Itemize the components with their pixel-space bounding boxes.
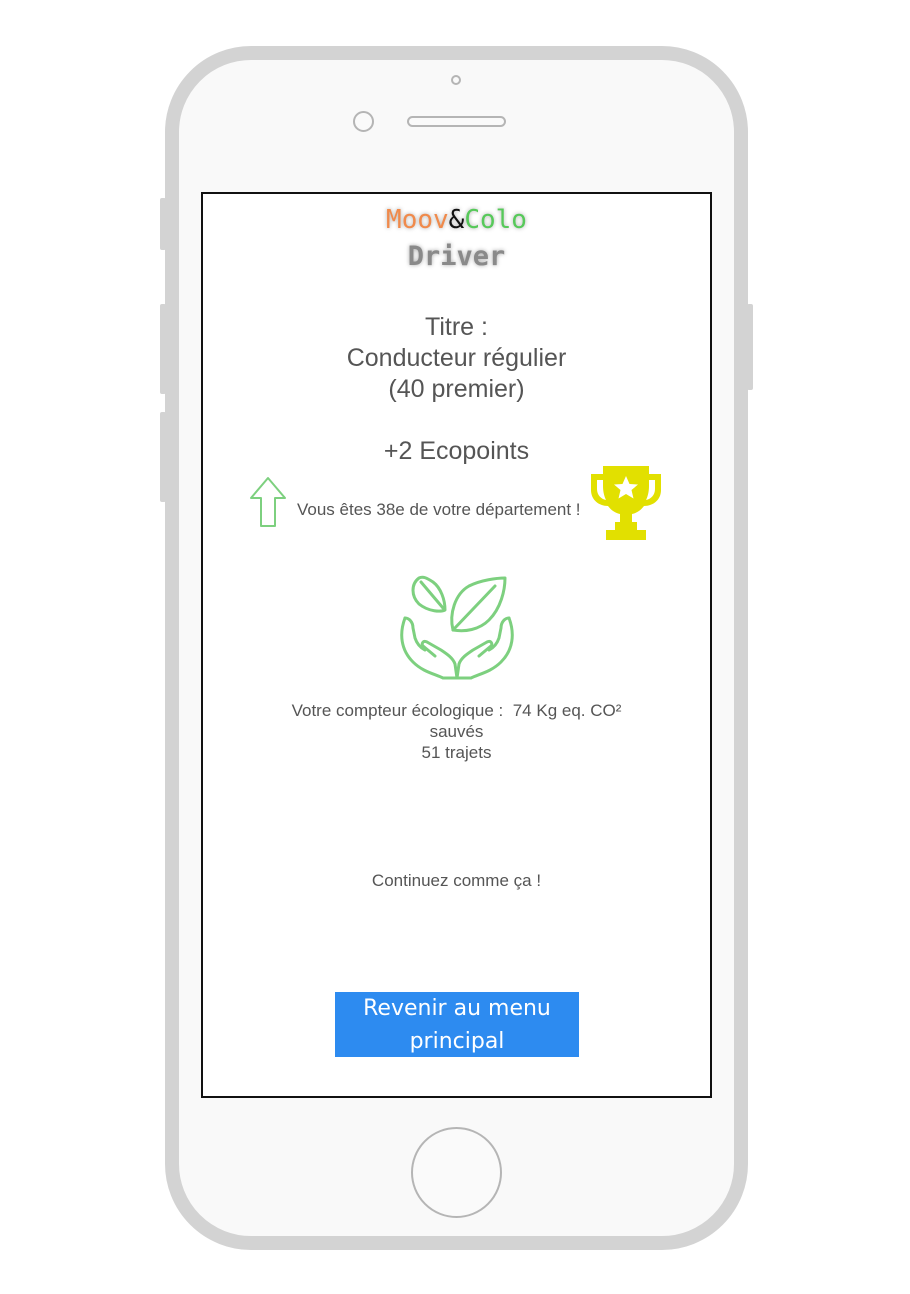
app-subtitle: Driver [407,241,506,272]
encouragement-text: Continuez comme ça ! [371,871,542,890]
ecopoints-reward: +2 Ecopoints [383,437,530,465]
title-block: Titre : Conducteur régulier (40 premier) [203,312,710,405]
logo-moov: Moov [386,205,449,235]
title-detail: (40 premier) [388,375,525,403]
trips-count: 51 trajets [421,743,492,762]
eco-counter-line2: sauvés [429,722,484,741]
earpiece-speaker [407,116,506,127]
trophy-star-icon [591,466,661,540]
eco-counter: Votre compteur écologique : 74 Kg eq. CO… [203,700,710,763]
phone-screen: Moov&Colo Driver Titre : Conducteur régu… [201,192,712,1098]
app-stage: Moov&Colo Driver Titre : Conducteur régu… [0,0,910,1294]
logo-ampersand: & [448,205,465,235]
sensor-dot [451,75,461,85]
title-label: Titre : [425,313,488,341]
eco-counter-line1: Votre compteur écologique : 74 Kg eq. CO… [291,701,622,720]
back-to-main-menu-button[interactable]: Revenir au menu principal [335,992,579,1057]
arrow-up-outline-icon [250,477,286,527]
menu-button-line1: Revenir au menu [363,996,551,1021]
logo-colo: Colo [464,205,527,235]
menu-button-line2: principal [409,1029,505,1054]
home-button[interactable] [411,1127,502,1218]
ranking-text: Vous êtes 38e de votre département ! [297,500,581,519]
app-logo: Moov&Colo [203,204,710,236]
title-name: Conducteur régulier [346,344,567,372]
hands-leaves-icon [400,575,514,680]
front-camera [353,111,374,132]
